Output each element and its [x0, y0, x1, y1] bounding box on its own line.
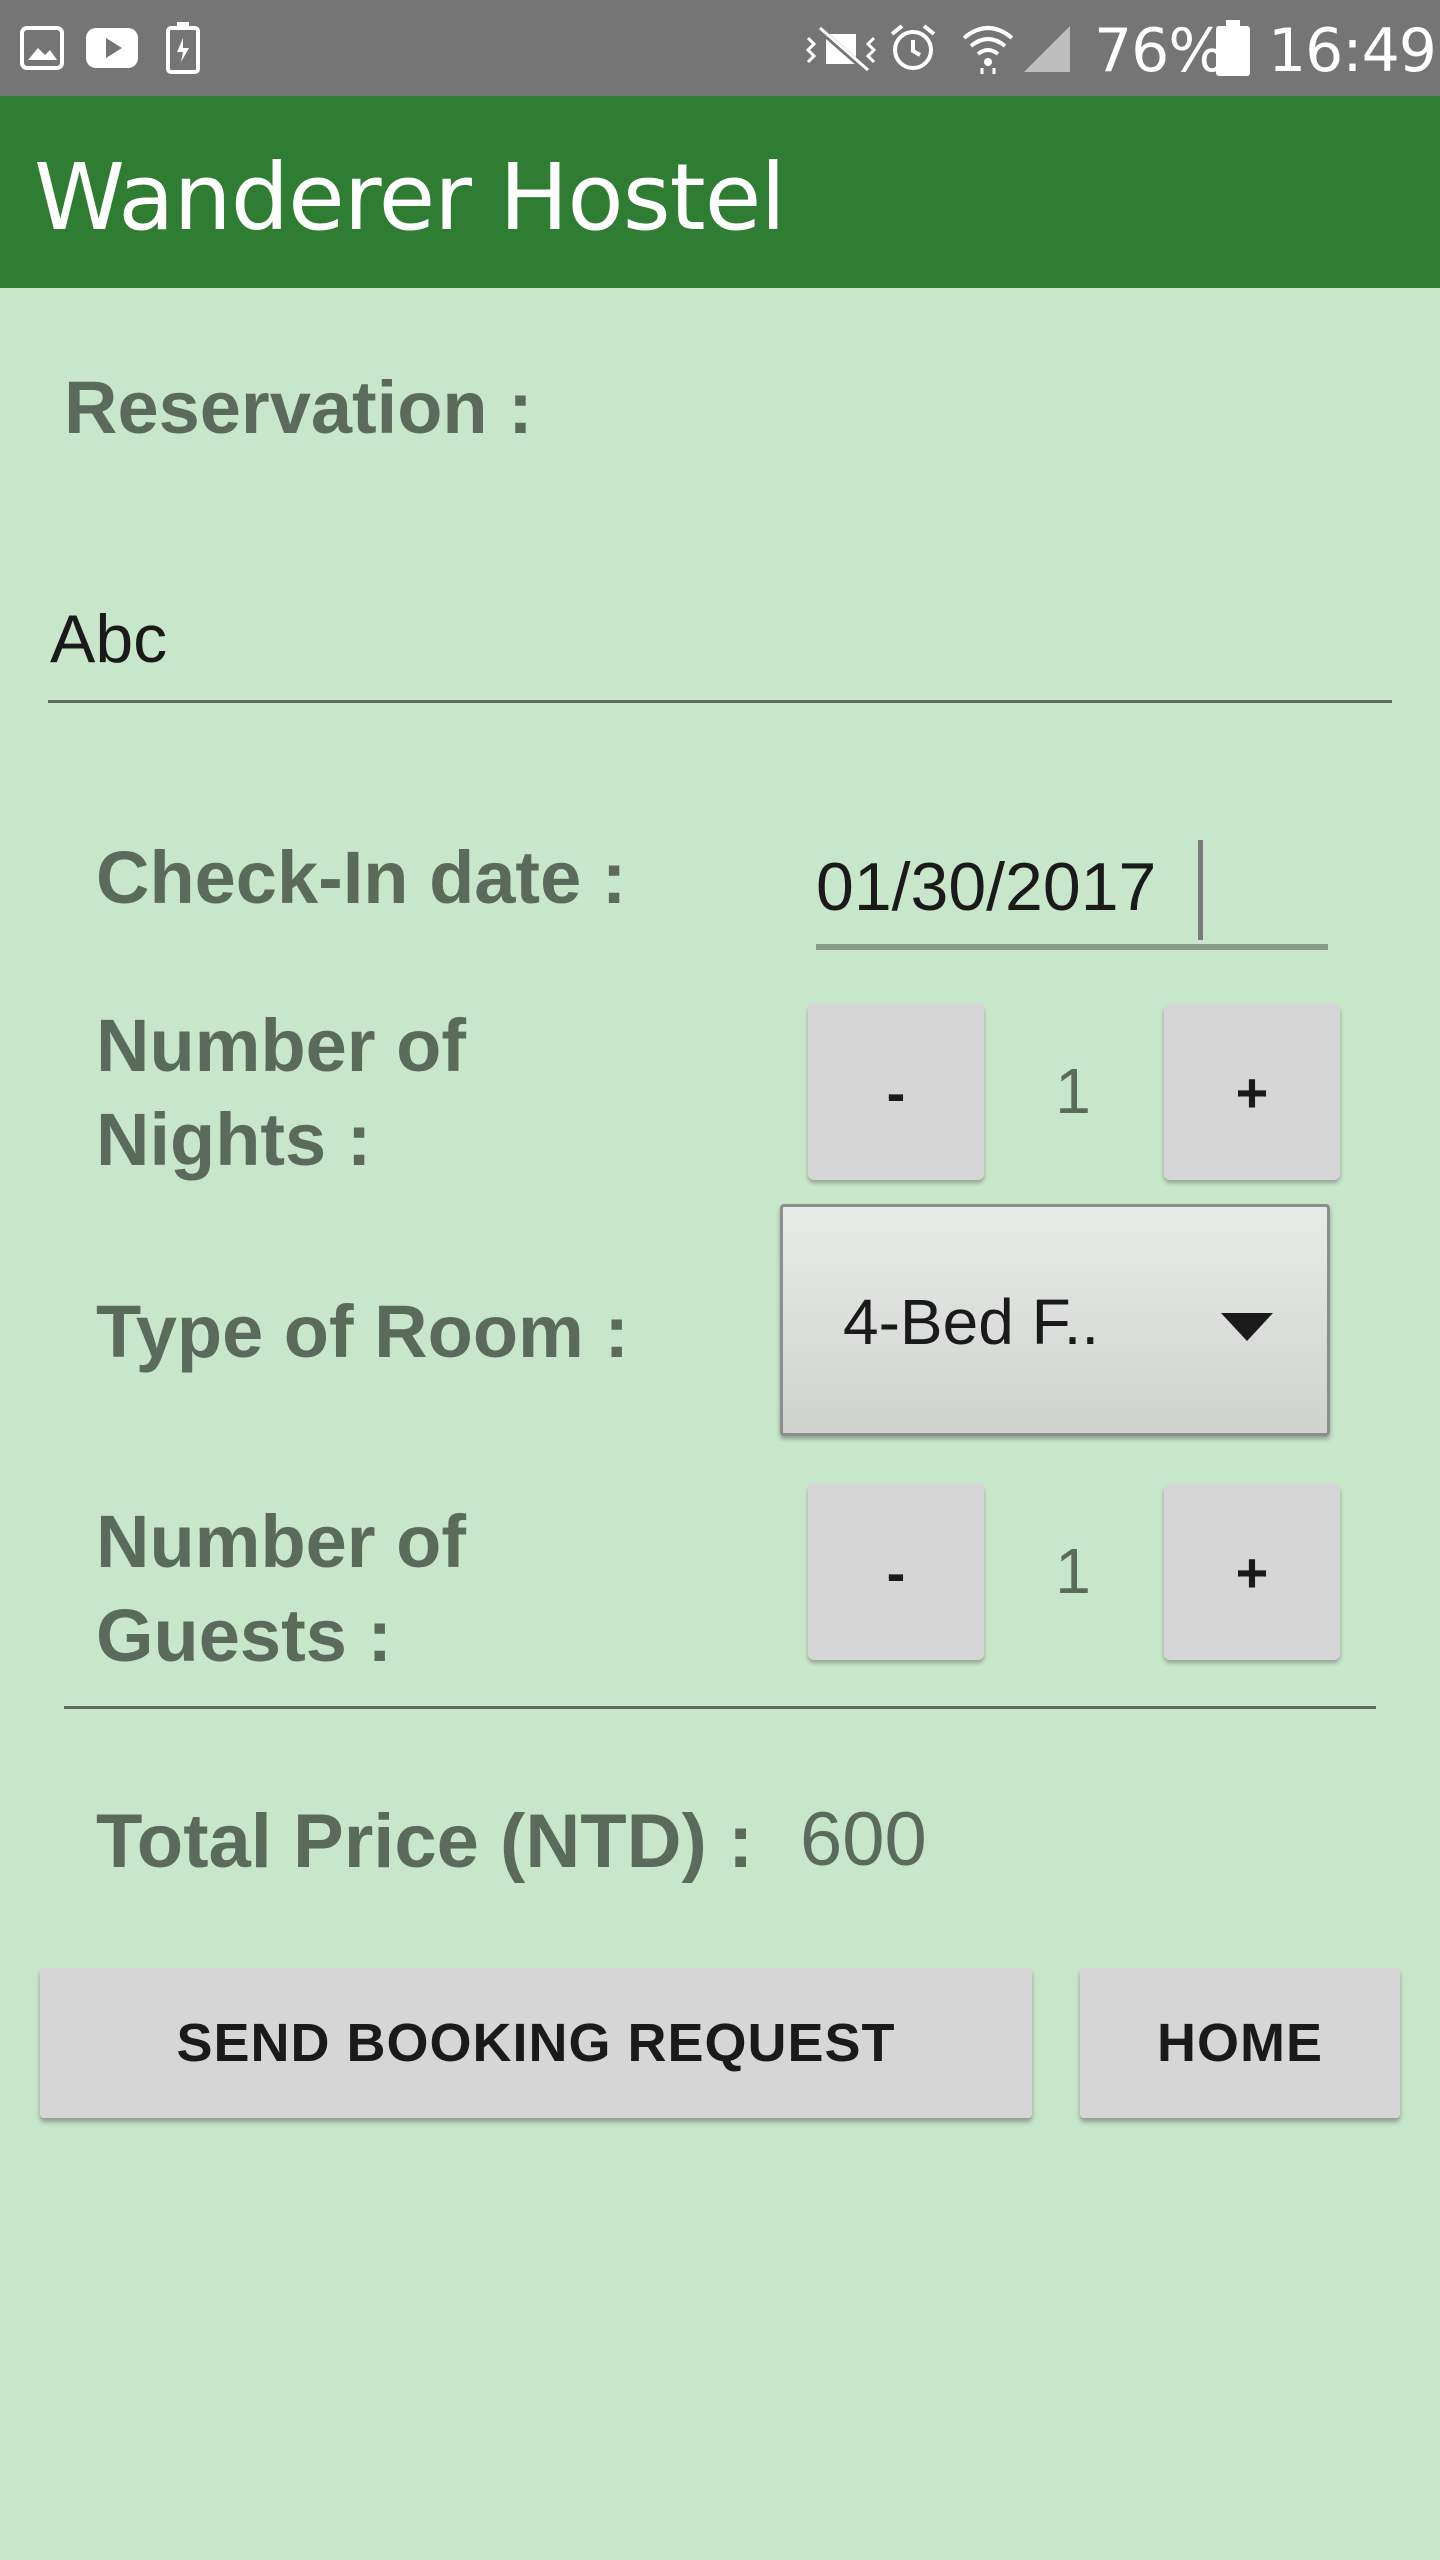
- send-booking-request-button[interactable]: SEND BOOKING REQUEST: [40, 1968, 1032, 2118]
- status-time: 16:49: [1268, 16, 1437, 86]
- battery-saver-icon: [166, 22, 200, 74]
- section-divider: [64, 1706, 1376, 1709]
- guests-label-line1: Number of: [96, 1500, 466, 1583]
- guests-decrement-button[interactable]: -: [808, 1484, 984, 1660]
- gallery-icon: [20, 26, 64, 70]
- checkin-date-field[interactable]: 01/30/2017: [816, 848, 1156, 926]
- wifi-icon: [962, 26, 1014, 74]
- vibrate-icon: [805, 25, 877, 73]
- reservation-heading: Reservation :: [64, 366, 533, 449]
- nights-decrement-button[interactable]: -: [808, 1004, 984, 1180]
- home-button[interactable]: HOME: [1080, 1968, 1400, 2118]
- youtube-icon: [86, 28, 138, 68]
- app-bar: Wanderer Hostel: [0, 96, 1440, 288]
- app-title: Wanderer Hostel: [34, 144, 786, 251]
- guests-increment-button[interactable]: +: [1164, 1484, 1340, 1660]
- checkin-date-label: Check-In date :: [96, 836, 627, 919]
- battery-icon: [1216, 20, 1250, 76]
- guests-label-line2: Guests :: [96, 1594, 393, 1677]
- name-field[interactable]: Abc: [50, 600, 167, 678]
- status-bar: 76% 16:49: [0, 0, 1440, 96]
- nights-value: 1: [1055, 1055, 1091, 1127]
- total-price-label: Total Price (NTD) :: [96, 1799, 754, 1884]
- signal-icon: [1024, 26, 1070, 72]
- nights-label-line1: Number of: [96, 1004, 466, 1087]
- battery-percent: 76%: [1094, 16, 1225, 86]
- nights-increment-button[interactable]: +: [1164, 1004, 1340, 1180]
- alarm-icon: [890, 24, 936, 70]
- guests-value: 1: [1055, 1535, 1091, 1607]
- name-field-underline: [48, 700, 1392, 703]
- checkin-date-underline: [816, 944, 1328, 950]
- room-type-label: Type of Room :: [96, 1290, 630, 1373]
- nights-label-line2: Nights :: [96, 1098, 372, 1181]
- text-cursor: [1198, 840, 1203, 940]
- dropdown-arrow-icon: [1221, 1313, 1273, 1341]
- total-price-value: 600: [800, 1797, 927, 1882]
- room-type-selected: 4-Bed F..: [843, 1286, 1100, 1358]
- room-type-dropdown[interactable]: 4-Bed F..: [780, 1204, 1330, 1436]
